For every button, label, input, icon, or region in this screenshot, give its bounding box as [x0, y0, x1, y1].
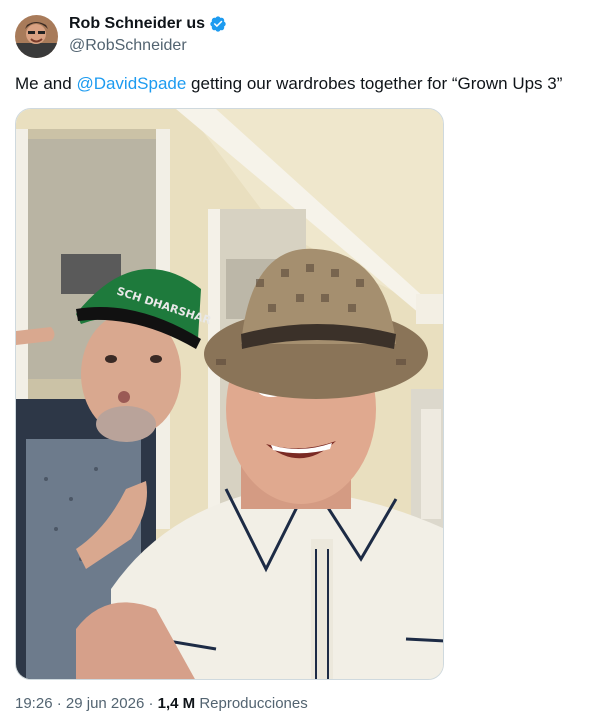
profile-photo [15, 15, 58, 58]
views-count: 1,4 M [157, 695, 196, 712]
tweet-text-prefix: Me and [15, 74, 77, 93]
meta-separator: · [52, 695, 66, 712]
tweet-text-suffix: getting our wardrobes together for “Grow… [186, 74, 563, 93]
author-name-row: Rob Schneider us [69, 14, 227, 34]
avatar[interactable] [15, 15, 58, 58]
author-handle[interactable]: @RobSchneider [69, 37, 187, 55]
meta-separator-2: · [144, 695, 158, 712]
tweet-meta: 19:26 · 29 jun 2026 · 1,4 M Reproduccion… [15, 695, 308, 712]
tweet-time[interactable]: 19:26 [15, 695, 53, 712]
tweet-date[interactable]: 29 jun 2026 [66, 695, 144, 712]
verified-badge-icon [209, 15, 227, 33]
author-display-name[interactable]: Rob Schneider us [69, 14, 205, 34]
selfie-photo: SCH DHARSHAR [16, 109, 443, 679]
tweet-text: Me and @DavidSpade getting our wardrobes… [15, 73, 562, 95]
tweet-photo[interactable]: SCH DHARSHAR [15, 108, 444, 680]
mention-link[interactable]: @DavidSpade [76, 74, 186, 93]
views-label: Reproducciones [195, 695, 308, 712]
